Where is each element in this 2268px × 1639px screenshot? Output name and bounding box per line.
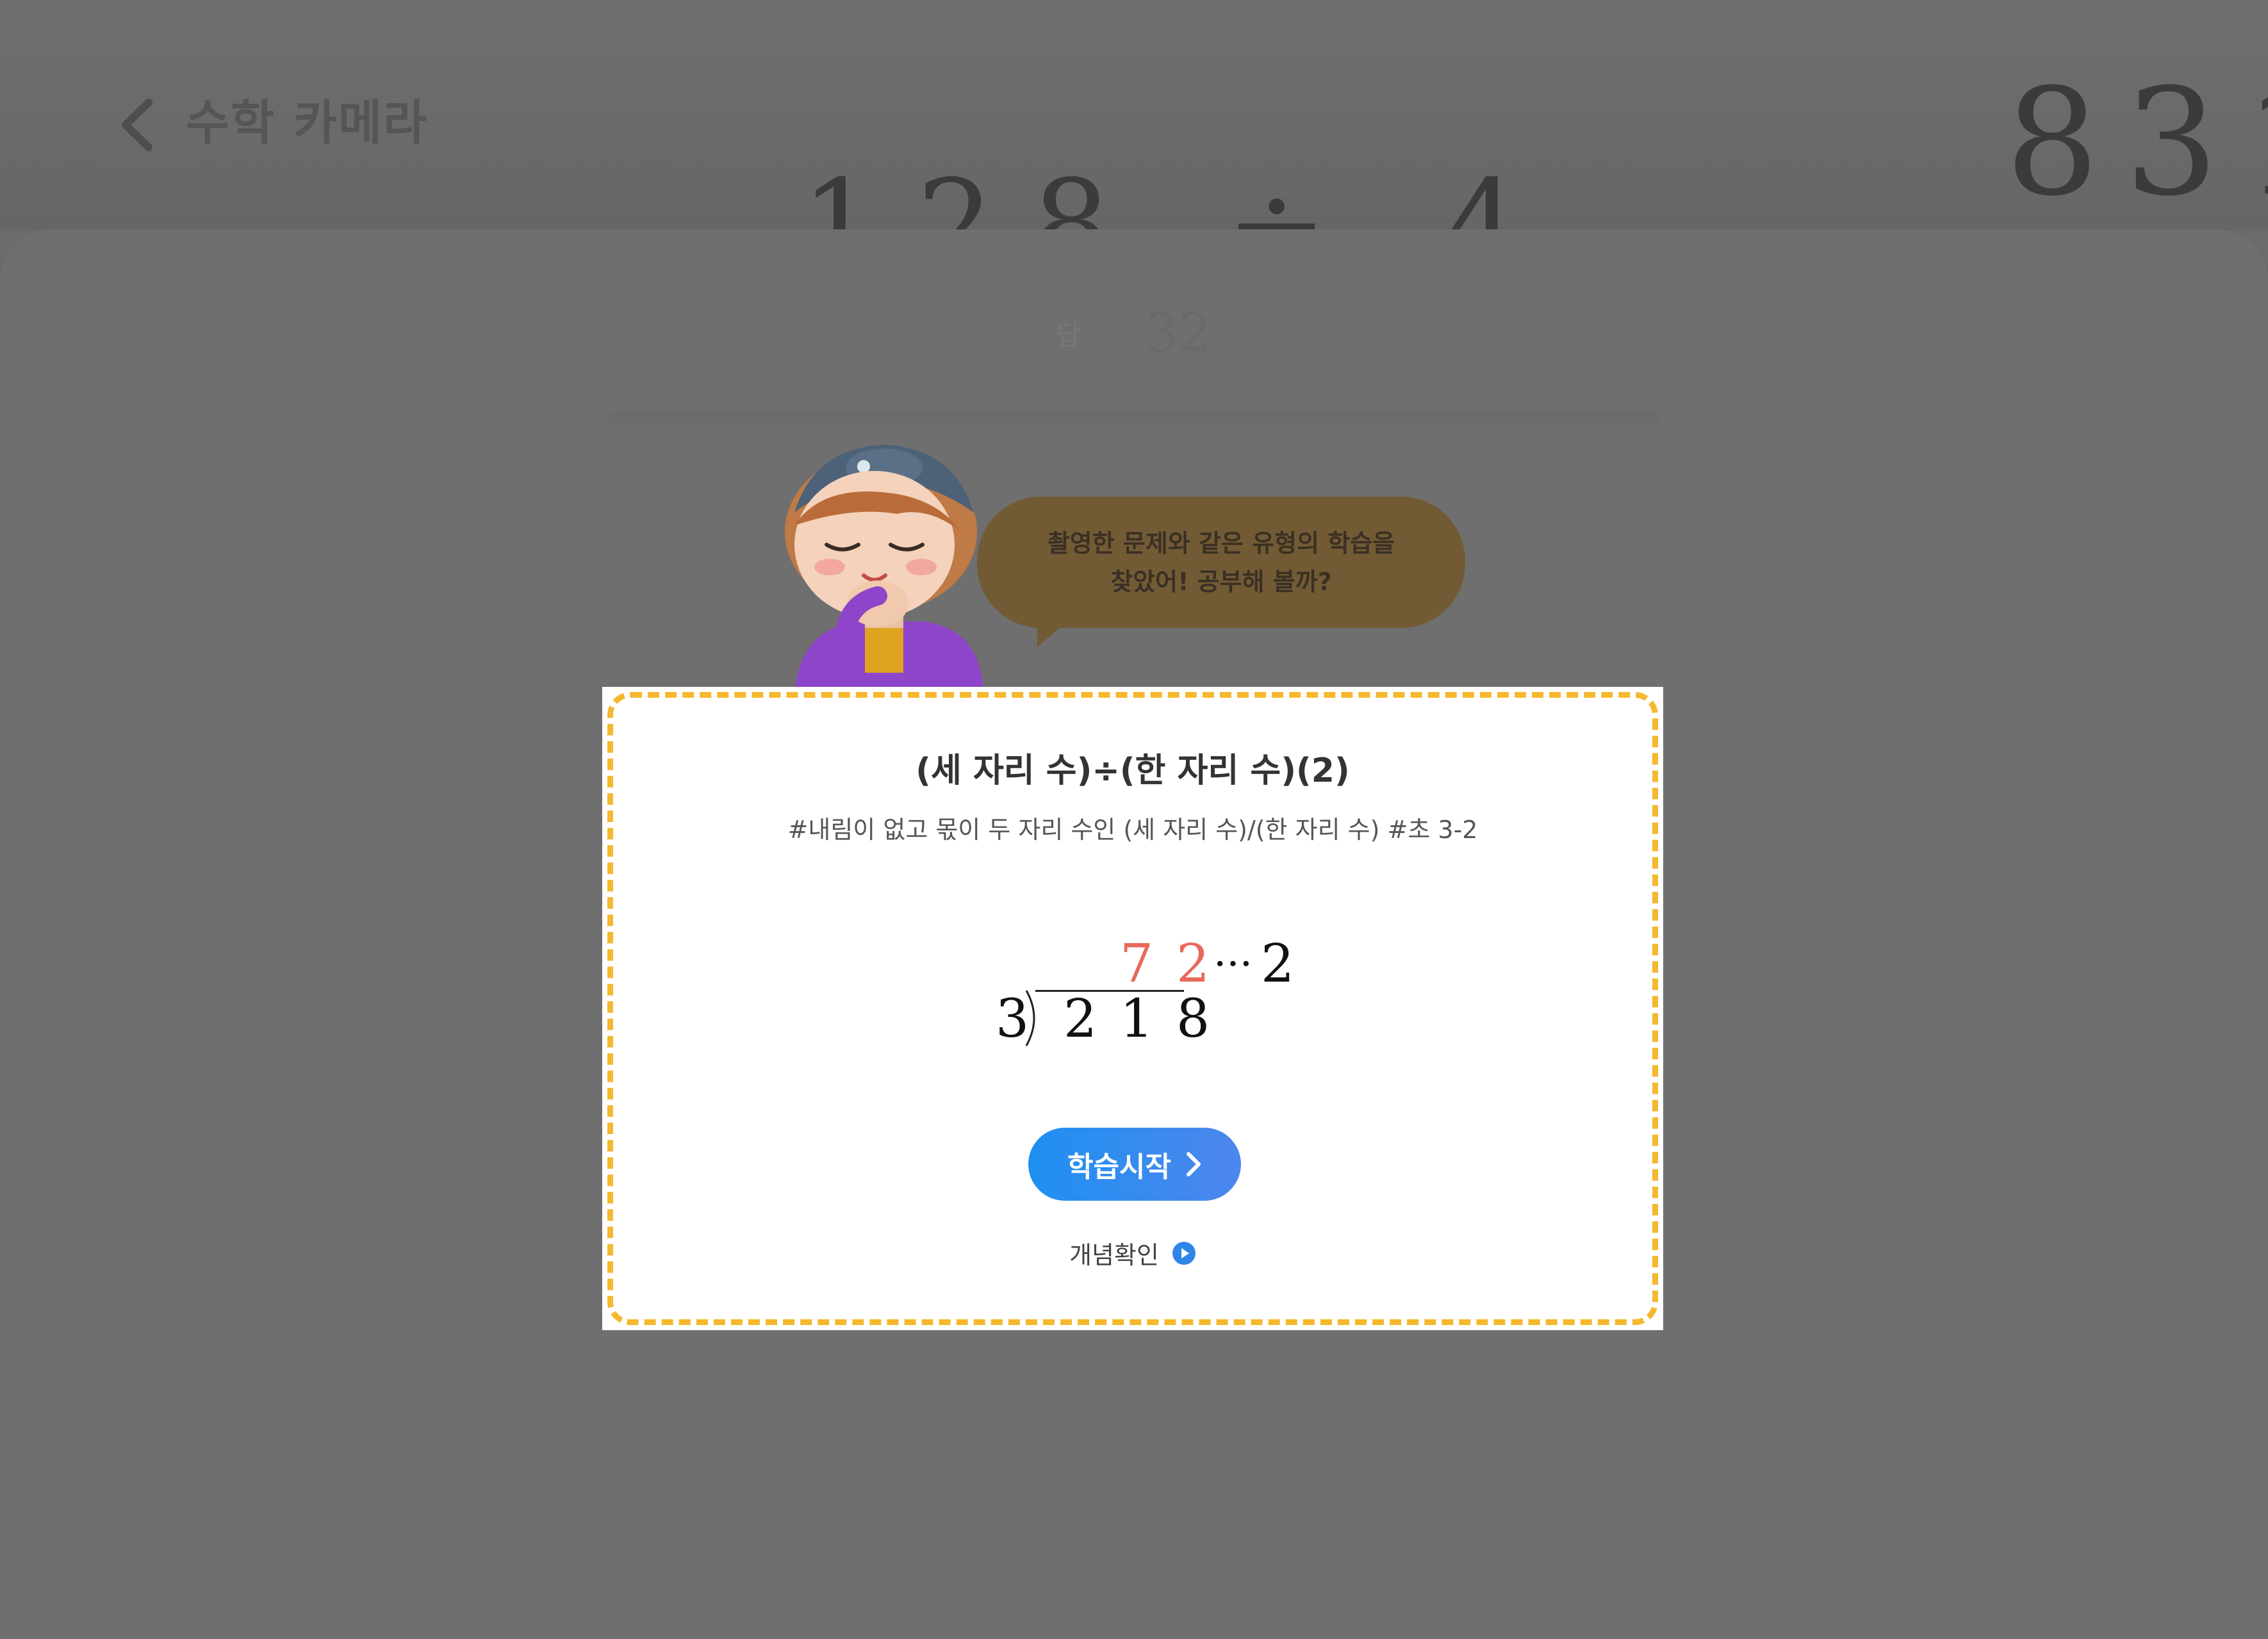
mascot-character	[785, 445, 983, 692]
answer-value: 32	[1145, 302, 1212, 364]
play-circle-icon	[1172, 1241, 1196, 1265]
long-division: 7 2 ··· 2 3 2 1 8	[602, 687, 1663, 1330]
answer-label: 답	[1056, 319, 1081, 351]
page-title: 수학 카메라	[186, 95, 429, 151]
dividend-digit: 8	[1176, 989, 1210, 1050]
chevron-left-icon	[122, 99, 152, 151]
quotient-digit: 7	[1120, 934, 1154, 994]
back-button[interactable]	[103, 90, 173, 160]
dividend-digit: 2	[1064, 989, 1097, 1050]
quotient-digit: 2	[1176, 934, 1210, 994]
divisor: 3	[996, 989, 1030, 1050]
concept-check-link[interactable]: 개념확인	[602, 1235, 1663, 1271]
start-learning-label: 학습시작	[1067, 1151, 1171, 1183]
division-bar	[1035, 990, 1184, 992]
dividend-digit: 1	[1120, 989, 1154, 1050]
concept-check-label: 개념확인	[1069, 1241, 1159, 1269]
start-learning-button[interactable]: 학습시작	[1028, 1128, 1241, 1201]
speech-bubble: 촬영한 문제와 같은 유형의 학습을 찾았어! 공부해 볼까?	[977, 497, 1465, 628]
photo-number: 831	[2005, 58, 2268, 229]
sheet-divider	[609, 410, 1659, 424]
answer-row: 답 32	[0, 301, 2268, 365]
remainder-dots: ···	[1213, 941, 1253, 988]
remainder: 2	[1261, 934, 1295, 994]
bubble-line-2: 찾았어! 공부해 볼까?	[1110, 567, 1332, 596]
chevron-right-icon	[1186, 1152, 1201, 1176]
learning-card: (세 자리 수)÷(한 자리 수)(2) #내림이 없고 몫이 두 자리 수인 …	[602, 687, 1663, 1330]
bubble-line-1: 촬영한 문제와 같은 유형의 학습을	[1047, 529, 1395, 557]
